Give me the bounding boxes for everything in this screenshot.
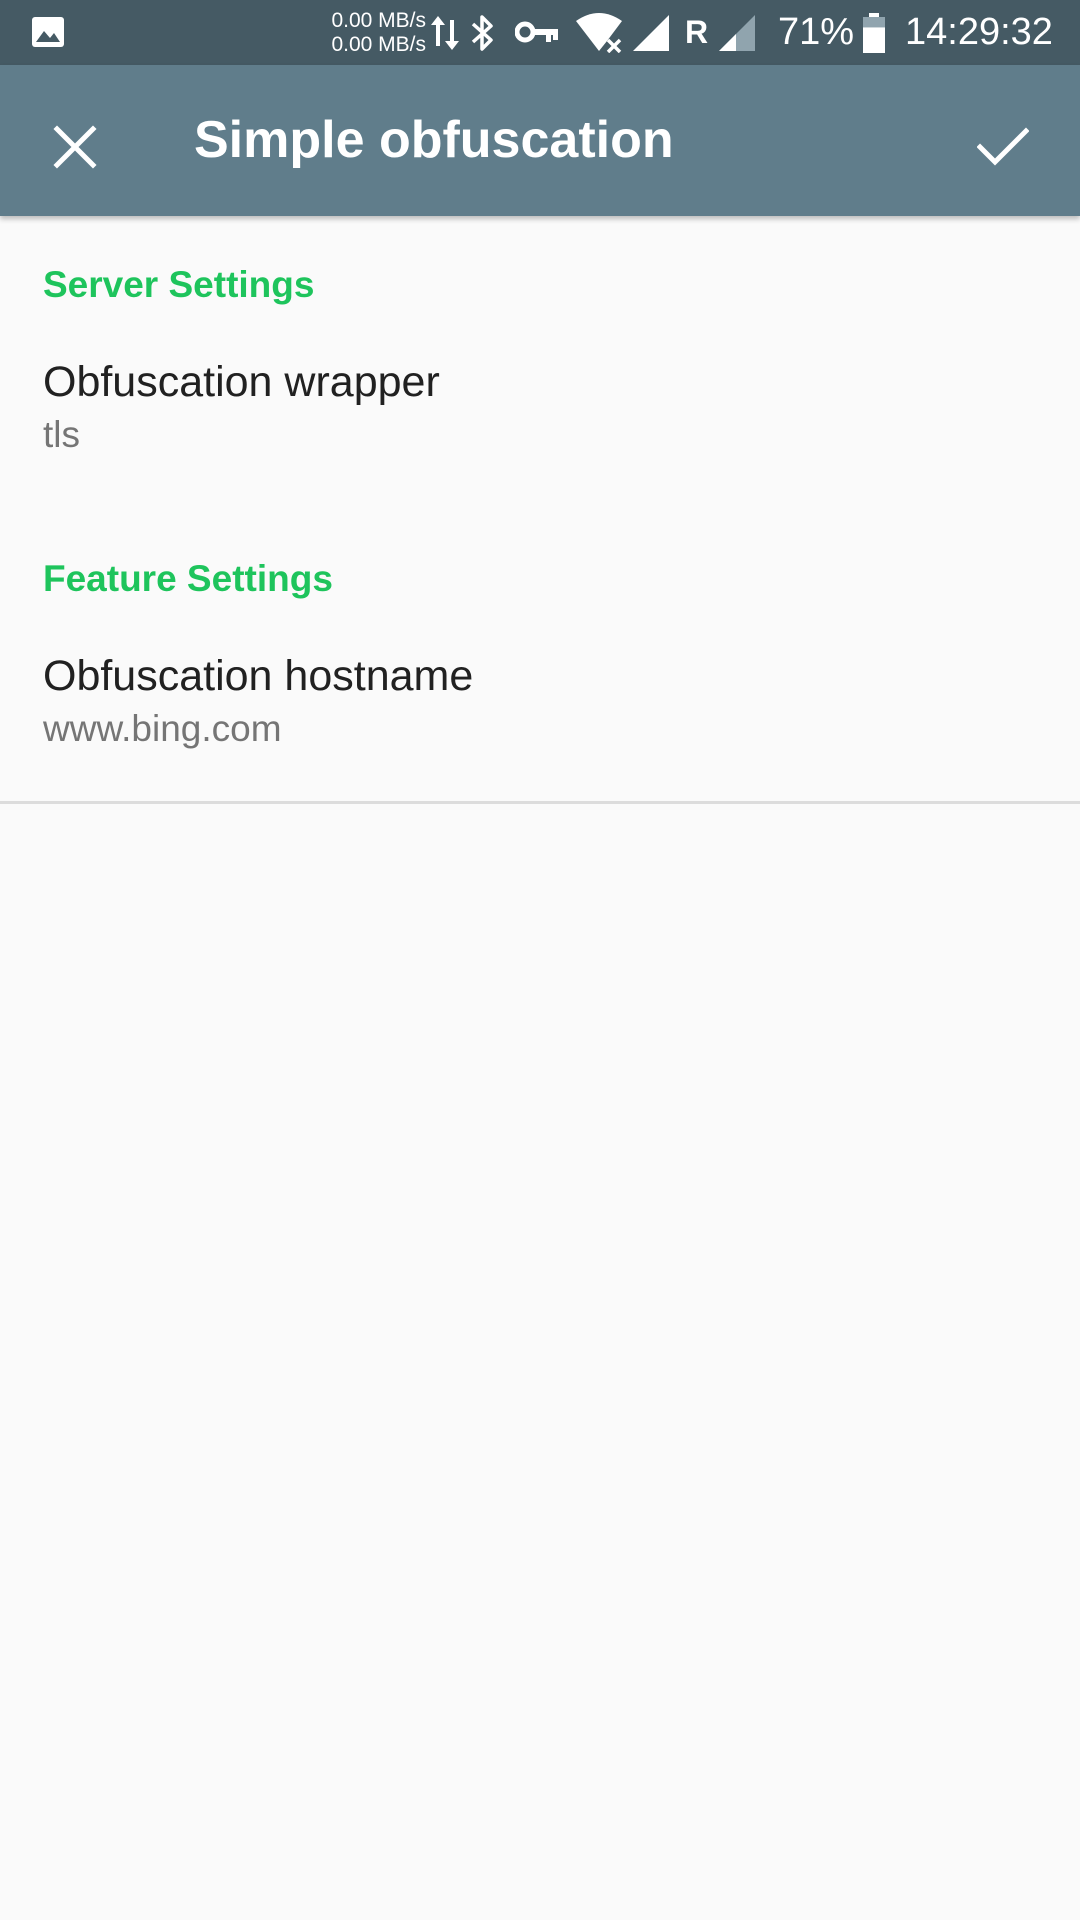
network-speed: 0.00 MB/s 0.00 MB/s xyxy=(322,9,426,57)
vpn-key-icon xyxy=(515,21,558,43)
list-divider xyxy=(0,801,1080,804)
bluetooth-icon xyxy=(471,15,493,51)
confirm-button[interactable] xyxy=(960,104,1046,190)
pref-summary: www.bing.com xyxy=(43,708,282,749)
check-icon xyxy=(977,127,1029,166)
close-button[interactable] xyxy=(32,104,118,190)
close-icon xyxy=(53,125,97,169)
pref-summary: tls xyxy=(43,414,80,455)
pref-title: Obfuscation hostname xyxy=(43,652,474,700)
battery-icon xyxy=(863,13,885,53)
upload-speed: 0.00 MB/s xyxy=(331,9,426,32)
app-bar: Simple obfuscation xyxy=(0,65,1080,216)
signal-icon xyxy=(633,15,669,51)
gallery-icon xyxy=(32,17,64,47)
pref-obfuscation-wrapper[interactable]: Obfuscation wrapper tls xyxy=(0,358,1080,498)
clock: 14:29:32 xyxy=(905,11,1053,53)
section-header-feature-settings: Feature Settings xyxy=(43,558,333,599)
pref-obfuscation-hostname[interactable]: Obfuscation hostname www.bing.com xyxy=(0,652,1080,792)
roaming-indicator: R xyxy=(685,14,709,50)
pref-title: Obfuscation wrapper xyxy=(43,358,440,406)
battery-percent: 71% xyxy=(778,11,855,53)
data-arrows-icon xyxy=(431,16,459,50)
download-speed: 0.00 MB/s xyxy=(331,33,426,56)
status-bar: 0.00 MB/s 0.00 MB/s R 71% 14:29:32 xyxy=(0,0,1080,65)
signal-icon xyxy=(719,15,755,51)
section-header-server-settings: Server Settings xyxy=(43,264,315,305)
page-title: Simple obfuscation xyxy=(194,111,674,169)
wifi-x-icon xyxy=(576,13,622,53)
